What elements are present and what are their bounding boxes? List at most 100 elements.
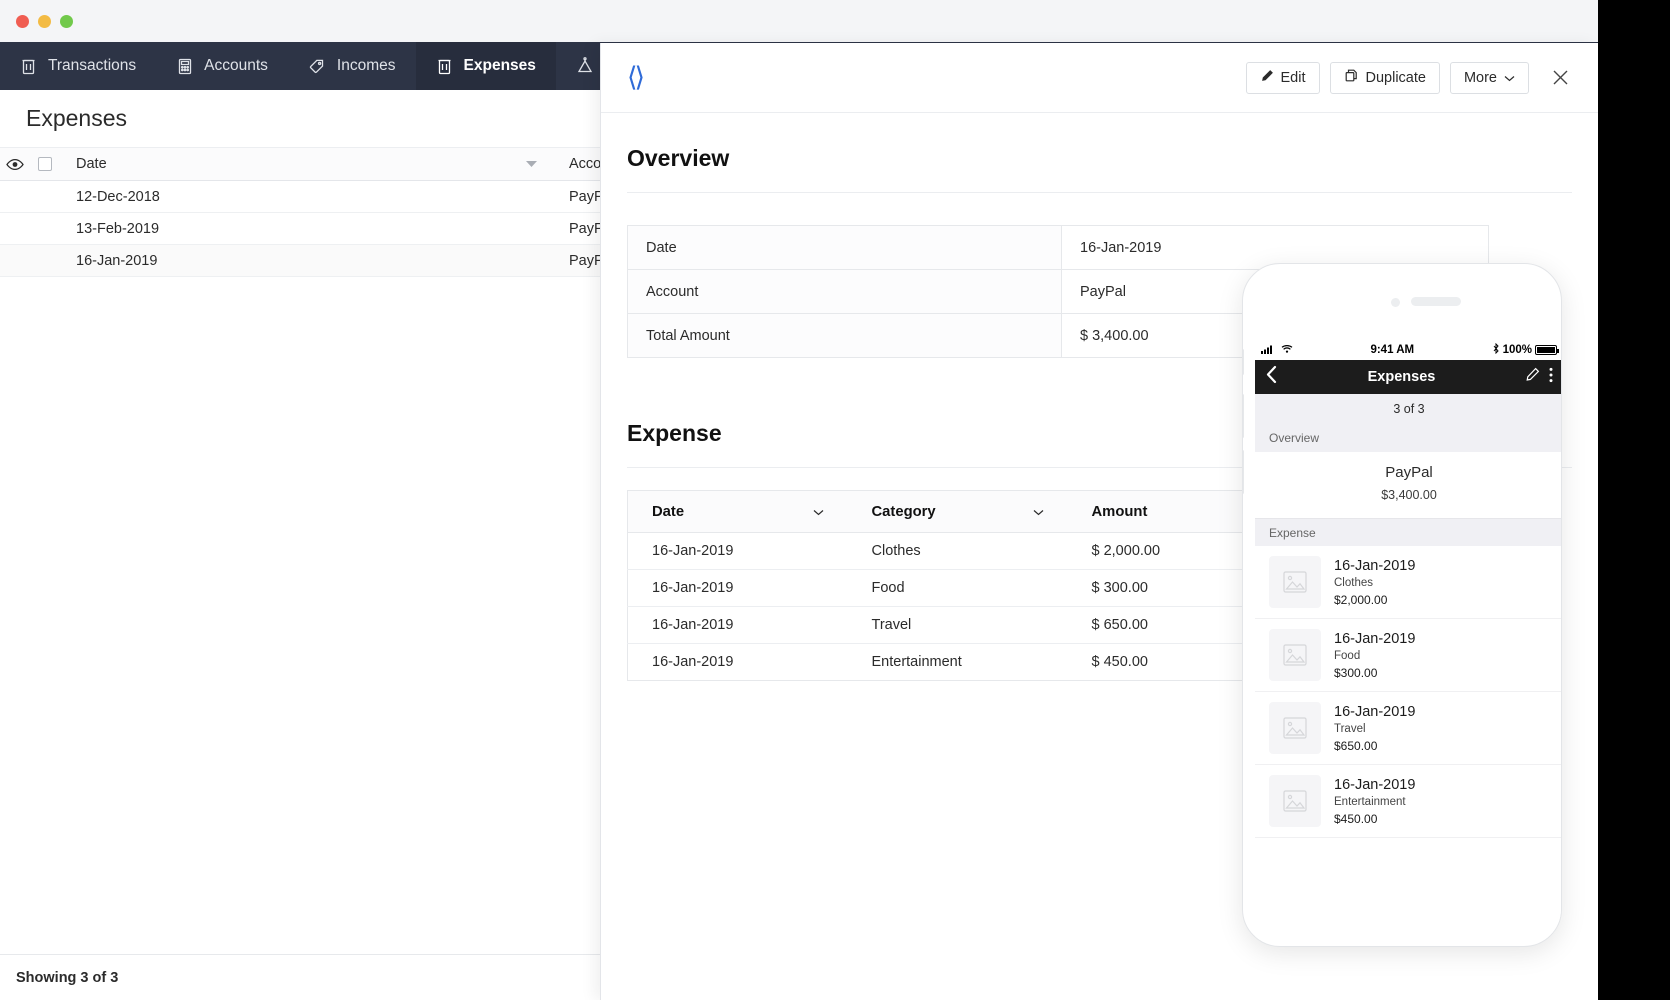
signal-bars-icon (1261, 344, 1278, 357)
chevron-down-icon[interactable] (813, 504, 824, 520)
select-all-checkbox[interactable] (30, 157, 60, 171)
eye-icon[interactable] (0, 158, 30, 171)
column-header-date[interactable]: Date (60, 156, 555, 172)
item-amount: $300.00 (1334, 665, 1378, 680)
duplicate-button[interactable]: Duplicate (1329, 61, 1440, 94)
phone-volume-up-button[interactable] (1243, 394, 1244, 438)
ios-status-right: 100% (1492, 342, 1559, 357)
cell-date: 16-Jan-2019 (627, 532, 848, 570)
cell-date: 16-Jan-2019 (627, 606, 848, 644)
image-placeholder-icon (1269, 775, 1321, 827)
list-item[interactable]: 16-Jan-2019 Clothes $2,000.00 (1255, 546, 1561, 619)
item-amount: $450.00 (1334, 811, 1378, 826)
phone-overview-header: Overview (1255, 424, 1561, 452)
item-category: Clothes (1334, 576, 1373, 589)
item-category: Travel (1334, 722, 1366, 735)
cell-category: Travel (847, 606, 1068, 644)
nav-tab-label: Incomes (336, 57, 396, 74)
column-label: Date (652, 503, 685, 520)
phone-app-bar: Expenses (1255, 360, 1561, 394)
detail-panel-header: ⟨⟩ Edit Duplicate More (601, 43, 1598, 113)
window-titlebar (0, 0, 1598, 42)
nav-tab-transactions[interactable]: Transactions (0, 42, 156, 90)
phone-record-count: 3 of 3 (1255, 394, 1561, 424)
close-window-button[interactable] (16, 14, 29, 28)
item-amount: $650.00 (1334, 738, 1378, 753)
list-item-text: 16-Jan-2019 Food $300.00 (1334, 631, 1415, 680)
scale-icon (576, 57, 594, 75)
item-date: 16-Jan-2019 (1334, 776, 1416, 793)
phone-screen-title: Expenses (1367, 369, 1436, 385)
chevron-down-icon (1504, 70, 1515, 86)
bluetooth-icon (1492, 342, 1500, 357)
phone-mute-switch[interactable] (1243, 349, 1244, 375)
overview-label: Date (627, 225, 1062, 270)
image-placeholder-icon (1269, 556, 1321, 608)
image-placeholder-icon (1269, 629, 1321, 681)
item-date: 16-Jan-2019 (1334, 703, 1416, 720)
phone-account-label: PayPal (1385, 464, 1433, 481)
nav-tab-label: Transactions (48, 57, 137, 74)
minimize-window-button[interactable] (38, 14, 51, 28)
cell-date: 16-Jan-2019 (627, 569, 848, 607)
overflow-menu-icon[interactable] (1549, 367, 1553, 388)
overview-section-title: Overview (627, 145, 730, 171)
nav-tab-expenses[interactable]: Expenses (415, 42, 556, 90)
cell-date: 16-Jan-2019 (76, 252, 158, 269)
list-item[interactable]: 16-Jan-2019 Travel $650.00 (1255, 692, 1561, 765)
cell-category: Clothes (847, 532, 1068, 570)
list-item[interactable]: 16-Jan-2019 Food $300.00 (1255, 619, 1561, 692)
overview-label: Account (627, 269, 1062, 314)
nav-tab-label: Accounts (204, 57, 268, 74)
ios-status-bar: 9:41 AM 100% (1255, 340, 1561, 360)
more-button-label: More (1463, 69, 1497, 86)
ios-clock: 9:41 AM (1370, 344, 1415, 356)
column-label: Category (871, 503, 936, 520)
cell-date: 16-Jan-2019 (627, 643, 848, 681)
trash-icon (436, 57, 453, 75)
phone-expense-header: Expense (1255, 518, 1561, 546)
phone-screen: 9:41 AM 100% Expenses 3 of 3 Overview Pa… (1255, 340, 1561, 940)
column-header-date[interactable]: Date (627, 490, 848, 533)
wifi-icon (1281, 344, 1293, 357)
showing-count-label: Showing 3 of 3 (16, 969, 119, 986)
pencil-icon[interactable] (1525, 367, 1540, 387)
phone-speaker (1411, 297, 1461, 306)
column-label: Amount (1091, 503, 1148, 520)
cell-date: 13-Feb-2019 (76, 220, 160, 237)
item-date: 16-Jan-2019 (1334, 557, 1416, 574)
nav-tab-accounts[interactable]: Accounts (156, 42, 288, 90)
phone-amount-label: $3,400.00 (1381, 488, 1437, 502)
code-brackets-icon[interactable]: ⟨⟩ (627, 62, 645, 93)
list-item-text: 16-Jan-2019 Clothes $2,000.00 (1334, 558, 1415, 607)
trash-icon (20, 57, 37, 75)
column-label: Date (76, 156, 107, 172)
calculator-icon (176, 57, 193, 75)
nav-tab-incomes[interactable]: Incomes (288, 42, 416, 90)
phone-mockup: 9:41 AM 100% Expenses 3 of 3 Overview Pa… (1242, 263, 1562, 947)
item-date: 16-Jan-2019 (1334, 630, 1416, 647)
tag-icon (308, 57, 326, 75)
cell-category: Food (847, 569, 1068, 607)
overview-label: Total Amount (627, 313, 1062, 358)
list-item[interactable]: 16-Jan-2019 Entertainment $450.00 (1255, 765, 1561, 838)
more-button[interactable]: More (1449, 61, 1529, 94)
phone-camera (1391, 298, 1400, 307)
chevron-down-icon[interactable] (526, 156, 537, 172)
column-header-category[interactable]: Category (847, 490, 1068, 533)
item-category: Entertainment (1334, 795, 1406, 808)
list-item-text: 16-Jan-2019 Travel $650.00 (1334, 704, 1415, 753)
battery-icon (1535, 345, 1559, 355)
cell-date: 12-Dec-2018 (76, 188, 160, 205)
zoom-window-button[interactable] (60, 14, 73, 28)
nav-tab-label: Expenses (463, 57, 536, 74)
item-amount: $2,000.00 (1334, 592, 1388, 607)
phone-volume-down-button[interactable] (1243, 450, 1244, 494)
edit-button[interactable]: Edit (1245, 61, 1320, 94)
phone-overview-card[interactable]: PayPal $3,400.00 (1255, 452, 1561, 518)
edit-button-label: Edit (1280, 69, 1306, 86)
pencil-icon (1260, 69, 1274, 87)
chevron-down-icon[interactable] (1033, 504, 1044, 520)
close-panel-button[interactable] (1551, 68, 1570, 87)
back-chevron-icon[interactable] (1265, 365, 1278, 389)
